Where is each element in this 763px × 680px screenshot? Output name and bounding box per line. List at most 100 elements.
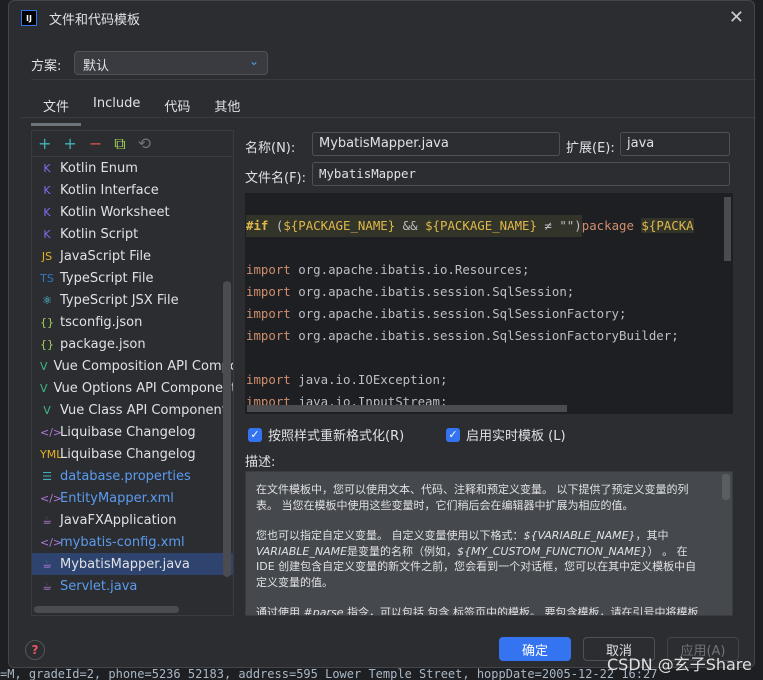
file-type-icon: ☕ — [42, 579, 52, 593]
code-text: ≠ "") — [536, 218, 582, 233]
live-templates-checkbox[interactable]: ✓ 启用实时模板 (L) — [446, 425, 566, 444]
divider — [31, 79, 756, 80]
code-keyword: import — [246, 328, 291, 343]
code-import-path: org.apache.ibatis.io.Resources; — [298, 262, 530, 277]
template-list-item[interactable]: JS JavaScript File — [32, 245, 233, 267]
template-name: Vue Class API Component — [60, 402, 227, 418]
template-list-item[interactable]: </> EntityMapper.xml — [32, 487, 233, 509]
divider — [21, 117, 756, 118]
code-imports: import org.apache.ibatis.io.Resources; im… — [246, 237, 733, 413]
scheme-value: 默认 — [83, 59, 110, 74]
template-list-item[interactable]: K Kotlin Worksheet — [32, 201, 233, 223]
code-import-path: java.io.IOException; — [298, 372, 448, 387]
code-import-path: org.apache.ibatis.session.SqlSessionFact… — [298, 328, 679, 343]
description-paragraph: 通过使用 #parse 指令，可以包括 包含 标签页中的模板。 要包含模板，请在… — [256, 606, 699, 616]
template-name: Vue Composition API Component — [53, 358, 233, 374]
template-name: Kotlin Interface — [60, 182, 159, 198]
live-templates-label: 启用实时模板 (L) — [466, 429, 566, 444]
file-type-icon: </> — [40, 425, 63, 439]
file-type-icon: YML — [40, 447, 63, 461]
template-name: mybatis-config.xml — [60, 534, 185, 550]
file-type-icon: ☕ — [42, 557, 52, 571]
template-list-panel: + + − ⧉ ⟲ K Kotlin Enum K Kotlin Interface K… — [31, 130, 234, 616]
template-list-item[interactable]: ☕ Servlet.java — [32, 575, 233, 597]
file-type-icon: V — [40, 359, 48, 373]
template-name: Servlet.java — [60, 578, 138, 594]
template-list-item[interactable]: K Kotlin Enum — [32, 157, 233, 179]
template-name: package.json — [60, 336, 146, 352]
remove-template-icon[interactable]: − — [89, 134, 102, 153]
help-icon[interactable]: ? — [25, 640, 45, 660]
code-import-path: org.apache.ibatis.session.SqlSessionFact… — [298, 306, 627, 321]
tab-code[interactable]: 代码 — [152, 93, 202, 126]
template-list-item[interactable]: ⚛ TypeScript JSX File — [32, 289, 233, 311]
code-keyword: import — [246, 306, 291, 321]
file-type-icon: </> — [40, 535, 63, 549]
file-type-icon: </> — [40, 491, 63, 505]
extension-input[interactable]: java — [620, 132, 730, 156]
copy-template-icon[interactable]: ⧉ — [114, 134, 125, 154]
template-list: K Kotlin Enum K Kotlin Interface K Kotlin Wor… — [32, 157, 233, 597]
template-list-item[interactable]: V Vue Options API Component — [32, 377, 233, 399]
file-type-icon: V — [40, 381, 48, 395]
ok-button[interactable]: 确定 — [499, 637, 571, 661]
tab-other[interactable]: 其他 — [202, 93, 252, 126]
template-list-item[interactable]: ☕ MybatisMapper.java — [32, 553, 233, 575]
template-list-item[interactable]: {} package.json — [32, 333, 233, 355]
list-horizontal-scrollbar[interactable] — [34, 606, 179, 613]
template-name: JavaScript File — [60, 248, 152, 264]
reset-template-icon[interactable]: ⟲ — [138, 134, 151, 153]
code-keyword: import — [246, 284, 291, 299]
code-horizontal-scrollbar[interactable] — [247, 405, 567, 412]
template-name: tsconfig.json — [60, 314, 143, 330]
close-icon[interactable]: ✕ — [729, 7, 744, 28]
template-list-item[interactable]: TS TypeScript File — [32, 267, 233, 289]
reformat-checkbox[interactable]: ✓ 按照样式重新格式化(R) — [248, 425, 404, 444]
template-list-item[interactable]: </> mybatis-config.xml — [32, 531, 233, 553]
template-name: TypeScript JSX File — [60, 292, 179, 308]
filename-input[interactable]: MybatisMapper — [312, 162, 730, 186]
code-text: && — [395, 218, 426, 233]
template-name: Kotlin Enum — [60, 160, 138, 176]
description-label: 描述: — [245, 455, 276, 470]
template-name: EntityMapper.xml — [60, 490, 174, 506]
template-list-item[interactable]: {} tsconfig.json — [32, 311, 233, 333]
template-list-item[interactable]: ☰ database.properties — [32, 465, 233, 487]
tab-files[interactable]: 文件 — [31, 93, 82, 126]
template-name: Vue Options API Component — [53, 380, 233, 396]
code-vertical-scrollbar[interactable] — [724, 197, 731, 261]
code-line: import org.apache.ibatis.session.SqlSess… — [246, 281, 733, 303]
template-list-item[interactable]: YML Liquibase Changelog — [32, 443, 233, 465]
checkbox-checked-icon: ✓ — [446, 427, 460, 442]
add-child-template-icon[interactable]: + — [63, 134, 76, 153]
file-type-icon: {} — [40, 315, 54, 329]
code-line: import org.apache.ibatis.session.SqlSess… — [246, 303, 733, 325]
template-name: MybatisMapper.java — [60, 556, 190, 572]
scheme-dropdown[interactable]: 默认 ⌄ — [74, 51, 268, 75]
template-name: Liquibase Changelog — [60, 446, 196, 462]
description-scrollbar[interactable] — [722, 474, 730, 500]
template-code-editor[interactable]: #if (${PACKAGE_NAME} && ${PACKAGE_NAME} … — [245, 193, 733, 414]
code-import-path: org.apache.ibatis.session.SqlSession; — [298, 284, 575, 299]
chevron-down-icon: ⌄ — [248, 54, 259, 68]
file-type-icon: K — [43, 183, 51, 197]
list-vertical-scrollbar[interactable] — [223, 281, 231, 577]
template-name: Kotlin Worksheet — [60, 204, 170, 220]
file-templates-dialog: IJ 文件和代码模板 ✕ 方案: 默认 ⌄ 文件 Include 代码 其他 +… — [8, 0, 756, 668]
name-input[interactable]: MybatisMapper.java — [312, 132, 560, 156]
code-keyword: package — [581, 218, 642, 233]
template-list-item[interactable]: </> Liquibase Changelog — [32, 421, 233, 443]
template-list-item[interactable]: ☕ JavaFXApplication — [32, 509, 233, 531]
file-type-icon: ☰ — [42, 469, 52, 483]
template-list-item[interactable]: V Vue Composition API Component — [32, 355, 233, 377]
template-list-item[interactable]: K Kotlin Script — [32, 223, 233, 245]
template-list-item[interactable]: K Kotlin Interface — [32, 179, 233, 201]
file-type-icon: V — [43, 403, 51, 417]
add-template-icon[interactable]: + — [38, 134, 51, 153]
template-list-item[interactable]: V Vue Class API Component — [32, 399, 233, 421]
tab-include[interactable]: Include — [81, 93, 152, 126]
file-type-icon: JS — [41, 249, 53, 263]
description-panel: 在文件模板中，您可以使用文本、代码、注释和预定义变量。 以下提供了预定义变量的列… — [245, 471, 733, 616]
file-type-icon: K — [43, 161, 51, 175]
